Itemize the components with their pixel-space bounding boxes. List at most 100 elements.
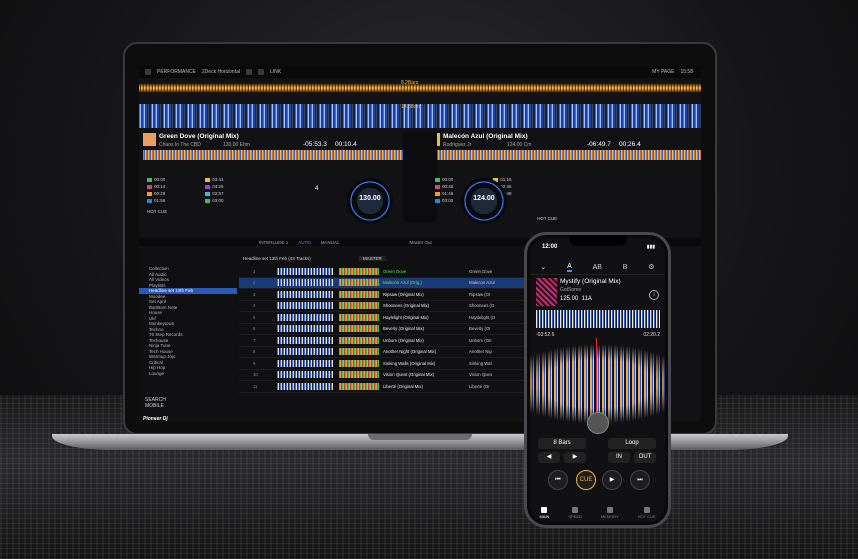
preview-waveform[interactable] xyxy=(277,325,333,333)
deck2-overview-waveform[interactable] xyxy=(427,150,701,160)
deck1-overview-waveform[interactable] xyxy=(143,150,418,160)
track-title: Vision Quest (Original Mix) xyxy=(383,372,435,378)
hot-cue-pad[interactable]: 00:00 xyxy=(147,176,165,183)
table-row[interactable]: 10 Vision Quest (Original Mix) Vision Ques xyxy=(239,370,539,381)
table-row[interactable]: 8 Another Night (Original Mix) Another Nig xyxy=(239,347,539,358)
nav-memory[interactable]: MEMORY xyxy=(601,507,619,519)
table-row[interactable]: 9 Sinking Walls (Original Mix) Sinking Wal xyxy=(239,358,539,370)
tab-a[interactable]: A xyxy=(567,263,572,272)
track-table: 1 Green Dove Green Dove 2 Malecón Azul (Orig… xyxy=(239,266,539,393)
pick-icon[interactable] xyxy=(587,412,609,434)
grid-icon[interactable] xyxy=(245,69,252,75)
track-number: 9 xyxy=(253,360,256,366)
mode-select[interactable]: PERFORMANCE xyxy=(157,69,196,75)
nav-hot-cue[interactable]: HOT CUE xyxy=(638,507,656,519)
summary-waveform xyxy=(339,382,379,390)
deck1-artist: Chaos In The CBD xyxy=(159,142,201,148)
play-button[interactable]: ▶ xyxy=(602,470,622,490)
preview-waveform[interactable] xyxy=(277,371,333,379)
settings-icon[interactable] xyxy=(257,69,264,75)
preview-waveform[interactable] xyxy=(277,302,333,310)
waveform-deck1[interactable] xyxy=(139,80,701,96)
table-row[interactable]: 11 Liberté (Original Mix) Liberté (Or xyxy=(239,381,539,393)
preview-waveform[interactable] xyxy=(277,279,333,287)
beat-select[interactable]: 8 Bars xyxy=(538,438,586,449)
phone: 12:00 ▮▮▮ ⌄ A AB B ⚙ Mystify (Original M… xyxy=(524,232,671,528)
table-row[interactable]: 3 Ripsaw (Original Mix) Ripsaw (Or xyxy=(239,289,539,301)
deck2-jog[interactable]: 124.00 xyxy=(461,178,507,224)
search-mobile[interactable]: SEARCH MOBILE xyxy=(145,397,166,409)
browser-panel: Headline set 12th Feb (43 Tracks) MASTER… xyxy=(139,248,539,418)
link-button[interactable]: LINK xyxy=(270,69,281,75)
nav-speed[interactable]: SPEED xyxy=(568,507,582,519)
deck2-time-remain: -06:49.7 xyxy=(587,141,611,148)
playlist-tree-item[interactable]: Lounge xyxy=(139,371,237,377)
mixer-panel[interactable] xyxy=(403,132,437,222)
deck1-jog[interactable]: 130.00 xyxy=(347,178,393,224)
deck1-jog-bpm: 130.00 xyxy=(359,195,381,202)
preview-waveform[interactable] xyxy=(277,359,333,367)
master-select[interactable]: MASTER xyxy=(359,256,386,261)
beat-prev-button[interactable]: ◀ xyxy=(538,452,560,463)
tab-ab[interactable]: AB xyxy=(593,264,602,271)
nav-main[interactable]: MAIN xyxy=(539,507,549,519)
hot-cue-pad[interactable]: 03:41 xyxy=(205,176,224,183)
laptop-notch xyxy=(368,434,472,440)
table-row[interactable]: 2 Malecón Azul (Orig.) Malecon Azul xyxy=(239,277,539,289)
manual-button[interactable]: MANUAL xyxy=(321,240,340,245)
loop-in-button[interactable]: IN xyxy=(608,452,630,463)
tab-b[interactable]: B xyxy=(623,264,628,271)
rewind-button[interactable]: ⏮ xyxy=(548,470,568,490)
loop-select[interactable]: Loop xyxy=(608,438,656,449)
hot-cue-pad[interactable]: 03:00 xyxy=(205,197,224,204)
interlude-select[interactable]: INTERLUDE 1 xyxy=(259,240,288,245)
preview-waveform[interactable] xyxy=(277,313,333,321)
hot-cue-label[interactable]: HOT CUE xyxy=(147,208,297,215)
table-row[interactable]: 1 Green Dove Green Dove xyxy=(239,266,539,278)
hot-cue-pad[interactable]: 01:58 xyxy=(147,197,165,204)
track-title: Another Night (Original Mix) xyxy=(383,349,437,355)
hot-cue-label[interactable]: HOT CUE xyxy=(537,215,585,222)
deck1-header: Green Dove (Original Mix) Chaos In The C… xyxy=(143,132,418,162)
hot-cue-pad[interactable]: 04:25 xyxy=(205,183,224,190)
hot-cue-pad[interactable]: 02:57 xyxy=(205,190,224,197)
hot-cue-pad[interactable]: 01:46 xyxy=(435,190,453,197)
auto-button[interactable]: AUTO xyxy=(298,240,310,245)
preview-waveform[interactable] xyxy=(277,336,333,344)
hot-cue-pad[interactable]: 00:29 xyxy=(147,190,165,197)
bars-label-bottom: 14.3Bars xyxy=(401,104,422,110)
preview-waveform[interactable] xyxy=(277,348,333,356)
track-title: Green Dove xyxy=(383,268,407,274)
forward-button[interactable]: ⏭ xyxy=(630,470,650,490)
clock: 15:58 xyxy=(680,69,693,75)
table-row[interactable]: 5 Haylelight (Original Mix) Haydelight (O xyxy=(239,312,539,324)
deck1-bpm-key: 130.00 Ebm xyxy=(223,142,250,148)
my-page-button[interactable]: MY PAGE xyxy=(652,69,674,75)
deck2-hot-cues: 00:00 00:46 01:46 03:00 01:15 02:46 03:4… xyxy=(435,176,585,221)
preview-waveform[interactable] xyxy=(277,267,333,275)
table-row[interactable]: 4 Shoonees (Original Mix) Shoonees (O xyxy=(239,301,539,312)
hot-cue-pad[interactable]: 00:14 xyxy=(147,183,165,190)
battery-icon: ▮▮▮ xyxy=(646,244,655,250)
hot-cue-pad[interactable]: 03:00 xyxy=(435,197,453,204)
table-row[interactable]: 7 Unborn (Original Mix) Unborn (Ori xyxy=(239,335,539,347)
hot-cue-pad[interactable]: 00:46 xyxy=(435,183,453,190)
chevron-down-icon[interactable]: ⌄ xyxy=(540,263,546,271)
phone-overview-waveform[interactable] xyxy=(536,310,660,328)
preview-waveform[interactable] xyxy=(277,290,333,298)
phone-status-time: 12:00 xyxy=(542,244,558,250)
track-title: Ripsaw (Original Mix) xyxy=(383,291,424,297)
track-title: Shoonees (Original Mix) xyxy=(383,303,430,309)
cue-button[interactable]: CUE xyxy=(576,470,596,490)
preview-waveform[interactable] xyxy=(277,382,333,390)
table-row[interactable]: 6 Beverly (Original Mix) Beverly (Or xyxy=(239,324,539,335)
phone-bpm: 125.00 xyxy=(560,296,579,302)
beat-next-button[interactable]: ▶ xyxy=(564,452,586,463)
info-icon[interactable]: i xyxy=(649,290,659,300)
layout-select[interactable]: 2Deck Horizontal xyxy=(202,69,240,75)
hot-cue-pad[interactable]: 00:00 xyxy=(435,176,453,183)
loop-out-button[interactable]: OUT xyxy=(634,452,656,463)
playlist-tree: Collection All Audio All Videos Playlists He… xyxy=(139,266,237,376)
master-out-select[interactable]: Master Out xyxy=(409,240,431,245)
settings-icon[interactable]: ⚙ xyxy=(648,263,654,271)
